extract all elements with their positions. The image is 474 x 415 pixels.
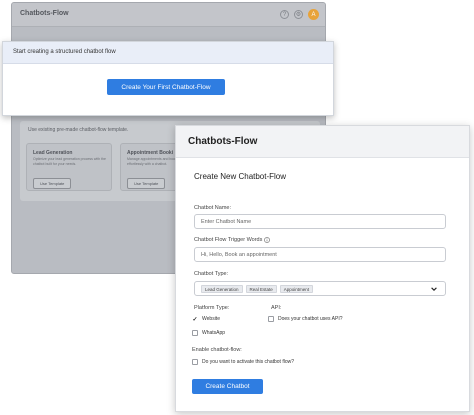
- avatar[interactable]: A: [308, 9, 319, 20]
- chatbot-type-select[interactable]: Lead Generation Real Estate Appointment: [194, 281, 446, 296]
- modal-header: Chatbots-Flow: [176, 126, 469, 158]
- api-option[interactable]: Does your chatbot uses API?: [268, 316, 342, 322]
- trigger-words-label-row: Chatbot Flow Trigger Words: [194, 237, 271, 243]
- callout-bar-text: Start creating a structured chatbot flow: [13, 49, 116, 55]
- platform-option-label: WhatsApp: [202, 330, 226, 336]
- trigger-words-label: Chatbot Flow Trigger Words: [194, 237, 263, 243]
- use-template-button[interactable]: Use Template: [127, 178, 166, 189]
- create-chatbot-modal: Chatbots-Flow Create New Chatbot-Flow Ch…: [175, 125, 470, 412]
- template-card-title: Appointment Booki: [127, 150, 174, 156]
- platform-type-label: Platform Type:: [194, 305, 230, 311]
- enable-flow-option-label: Do you want to activate this chatbot flo…: [202, 359, 294, 365]
- screenshot-stage: Chatbots-Flow ? ⚙ A Use existing pre-mad…: [0, 0, 474, 415]
- chatbot-name-input[interactable]: [194, 214, 446, 229]
- checkbox[interactable]: [192, 330, 198, 336]
- use-template-button[interactable]: Use Template: [33, 178, 72, 189]
- type-tag[interactable]: Lead Generation: [201, 284, 243, 293]
- checkbox[interactable]: [268, 316, 274, 322]
- templates-heading: Use existing pre-made chatbot-flow templ…: [28, 127, 129, 133]
- chevron-down-icon[interactable]: [430, 285, 438, 293]
- platform-option-label: Website: [202, 316, 220, 322]
- enable-flow-label: Enable chatbot-flow:: [192, 347, 242, 353]
- template-card-title: Lead Generation: [33, 150, 73, 156]
- platform-option-whatsapp[interactable]: WhatsApp: [192, 330, 225, 336]
- settings-icon[interactable]: ⚙: [294, 10, 303, 19]
- background-app-header: Chatbots-Flow ? ⚙ A: [12, 3, 325, 27]
- checkbox-checked-icon[interactable]: ✓: [192, 316, 198, 323]
- template-card-desc: Optimize your lead generation process wi…: [33, 157, 106, 166]
- info-icon[interactable]: [264, 237, 271, 243]
- get-started-callout: Start creating a structured chatbot flow…: [2, 41, 334, 116]
- callout-bar: Start creating a structured chatbot flow: [3, 42, 333, 64]
- modal-title: Chatbots-Flow: [188, 136, 258, 147]
- form-title: Create New Chatbot-Flow: [194, 172, 287, 181]
- platform-option-website[interactable]: ✓ Website: [192, 316, 220, 323]
- create-chatbot-button[interactable]: Create Chatbot: [192, 379, 263, 394]
- enable-flow-option[interactable]: Do you want to activate this chatbot flo…: [192, 359, 294, 365]
- type-tag[interactable]: Real Estate: [245, 284, 277, 293]
- help-icon[interactable]: ?: [280, 10, 289, 19]
- trigger-words-input[interactable]: [194, 247, 446, 262]
- type-tag[interactable]: Appointment: [279, 284, 314, 293]
- api-label: API:: [271, 305, 282, 311]
- modal-body: Create New Chatbot-Flow Chatbot Name: Ch…: [176, 158, 469, 413]
- chatbot-name-label: Chatbot Name:: [194, 205, 231, 211]
- create-first-chatbot-flow-button[interactable]: Create Your First Chatbot-Flow: [107, 79, 225, 95]
- background-header-icons: ? ⚙ A: [280, 9, 319, 20]
- background-app-title: Chatbots-Flow: [20, 10, 69, 17]
- api-option-label: Does your chatbot uses API?: [278, 316, 343, 322]
- chatbot-type-label: Chatbot Type:: [194, 271, 229, 277]
- checkbox[interactable]: [192, 359, 198, 365]
- template-card-lead-generation: Lead Generation Optimize your lead gener…: [26, 143, 112, 191]
